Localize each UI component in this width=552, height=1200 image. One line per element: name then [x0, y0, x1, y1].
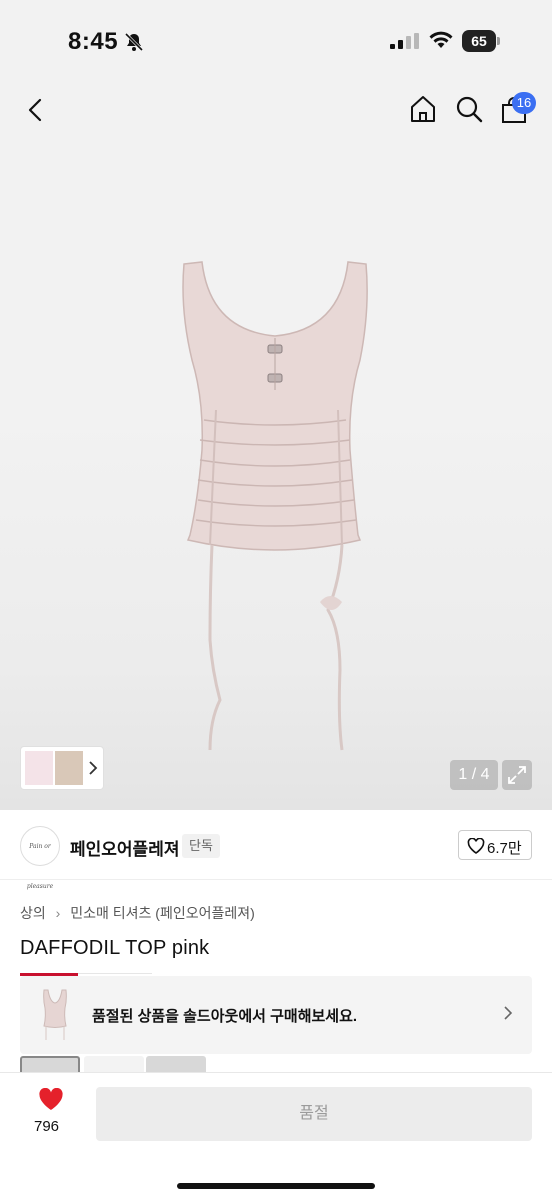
- chevron-right-icon: ›: [55, 905, 61, 921]
- buy-button[interactable]: 품절: [96, 1087, 532, 1141]
- product-title: DAFFODIL TOP pink: [20, 937, 210, 959]
- brand-logo[interactable]: Pain or pleasure: [20, 826, 60, 890]
- brand-row: Pain or pleasure 페인오어플레져 단독 6.7만: [0, 810, 552, 890]
- color-swatch[interactable]: [146, 1056, 206, 1072]
- signal-icon: [390, 33, 419, 49]
- product-image: [182, 261, 368, 751]
- product-page: 8:45 65 16 1 / 4 Pain or pleasure 페인오어플레…: [0, 0, 552, 1200]
- bell-slash-icon: [124, 32, 144, 52]
- chevron-right-icon[interactable]: [87, 759, 99, 777]
- color-swatch[interactable]: [20, 1056, 80, 1072]
- wifi-icon: [429, 31, 453, 48]
- breadcrumb-item[interactable]: 민소매 티셔츠 (페인오어플레져): [70, 903, 255, 923]
- status-time: 8:45: [68, 28, 119, 55]
- soldout-banner[interactable]: 품절된 상품을 솔드아웃에서 구매해보세요.: [20, 976, 532, 1054]
- home-indicator: [177, 1183, 375, 1189]
- thumbnail-strip[interactable]: [20, 746, 104, 790]
- cart-count-badge: 16: [512, 92, 536, 114]
- brand-name[interactable]: 페인오어플레져: [70, 835, 179, 860]
- battery-icon: 65: [462, 30, 500, 52]
- thumbnail-image[interactable]: [55, 751, 83, 785]
- battery-level: 65: [471, 33, 487, 49]
- wish-count: 796: [34, 1118, 60, 1135]
- divider: [78, 973, 152, 974]
- breadcrumb: 상의 › 민소매 티셔츠 (페인오어플레져): [20, 903, 255, 923]
- product-thumbnail: [43, 989, 67, 1040]
- home-icon[interactable]: [408, 94, 438, 124]
- color-swatch[interactable]: [84, 1056, 144, 1072]
- image-page-counter: 1 / 4: [450, 760, 498, 790]
- chevron-right-icon: [504, 1006, 513, 1020]
- thumbnail-image[interactable]: [25, 751, 53, 785]
- brand-like-count: 6.7만: [487, 840, 522, 857]
- search-icon[interactable]: [454, 94, 484, 124]
- status-bar: 8:45 65: [0, 0, 552, 82]
- expand-icon[interactable]: [502, 760, 532, 790]
- exclusive-badge: 단독: [182, 834, 220, 858]
- brand-like-button[interactable]: 6.7만: [458, 830, 532, 860]
- heart-filled-icon[interactable]: [38, 1088, 64, 1112]
- breadcrumb-item[interactable]: 상의: [20, 903, 46, 923]
- back-chevron-icon[interactable]: [22, 96, 50, 124]
- soldout-banner-text: 품절된 상품을 솔드아웃에서 구매해보세요.: [92, 1008, 358, 1025]
- heart-outline-icon: [467, 838, 485, 854]
